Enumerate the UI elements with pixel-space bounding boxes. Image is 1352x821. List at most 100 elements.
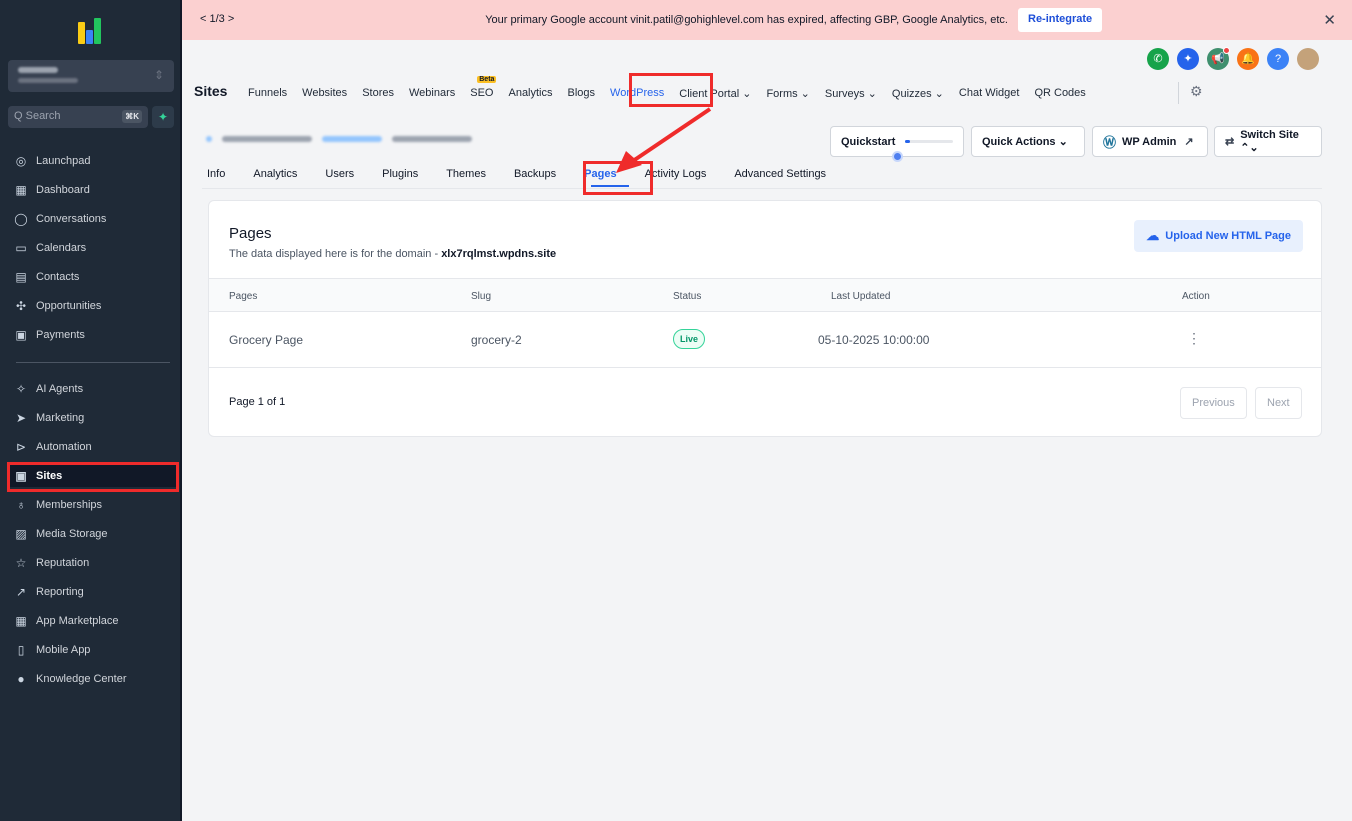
conversations-icon: ◯ [14, 212, 28, 226]
tab-label: Funnels [248, 87, 288, 99]
launchpad-icon: ◎ [15, 154, 27, 168]
sidebar-item-reporting[interactable]: ↗ Reporting [10, 581, 176, 603]
megaphone-icon[interactable]: 📢 [1207, 47, 1230, 70]
sidebar-item-mobile-app[interactable]: ▯ Mobile App [10, 639, 176, 661]
sidebar-item-media-storage[interactable]: ▨ Media Storage [10, 523, 176, 545]
banner-message: Your primary Google account vinit.patil@… [485, 14, 1008, 26]
column-header: Slug [471, 291, 492, 302]
main-content: Sites Funnels Websites Stores Webinars SEO Be… [182, 40, 1352, 821]
pagination-label: Page 1 of 1 [229, 396, 286, 408]
sidebar-item-conversations[interactable]: ◯ Conversations [10, 208, 176, 230]
subtab-advanced-settings[interactable]: Advanced Settings [734, 168, 826, 180]
search-shortcut: ⌘K [122, 110, 142, 123]
sidebar-item-label: Payments [36, 329, 85, 341]
bell-icon[interactable]: 🔔 [1237, 48, 1259, 70]
help-icon[interactable]: ? [1267, 48, 1289, 70]
search-input[interactable]: Q Search ⌘K [8, 106, 148, 128]
ai-sparkle-button[interactable]: ✦ [152, 106, 174, 128]
tab-stores[interactable]: Stores [362, 87, 394, 100]
sidebar-item-automation[interactable]: ⊳ Automation [10, 436, 176, 458]
sidebar-item-dashboard[interactable]: ▦ Dashboard [10, 179, 176, 201]
sidebar-item-launchpad[interactable]: ◎ Launchpad [10, 150, 176, 172]
annotation-highlight-sites [7, 462, 179, 492]
wp-admin-button[interactable]: Ⓦ WP Admin ↗ [1092, 126, 1208, 157]
account-switcher[interactable]: ⇕ [8, 60, 174, 92]
subtab-info[interactable]: Info [207, 168, 225, 180]
subtab-analytics[interactable]: Analytics [253, 168, 297, 180]
sidebar-item-app-marketplace[interactable]: ▦ App Marketplace [10, 610, 176, 632]
chevron-updown-icon: ⇕ [153, 68, 164, 82]
wp-admin-label: WP Admin [1122, 135, 1177, 148]
next-button[interactable]: Next [1255, 387, 1302, 419]
subtab-users[interactable]: Users [325, 168, 354, 180]
subtab-themes[interactable]: Themes [446, 168, 486, 180]
automation-icon: ⊳ [15, 440, 27, 454]
tab-qr-codes[interactable]: QR Codes [1034, 87, 1085, 100]
sidebar-item-label: Media Storage [36, 528, 108, 540]
sidebar-item-label: Launchpad [36, 155, 91, 167]
sidebar-item-label: Reputation [36, 557, 90, 569]
table-row[interactable]: Grocery Page grocery-2 Live 05-10-2025 1… [209, 312, 1321, 368]
tab-funnels[interactable]: Funnels [248, 87, 287, 100]
sidebar-item-ai-agents[interactable]: ✧ AI Agents [10, 378, 176, 400]
tab-blogs[interactable]: Blogs [568, 87, 596, 100]
sidebar-item-knowledge-center[interactable]: ● Knowledge Center [10, 668, 176, 690]
gear-icon[interactable]: ⚙ [1190, 83, 1203, 100]
tab-analytics[interactable]: Analytics [508, 87, 552, 100]
tab-surveys[interactable]: Surveys ⌄ [825, 87, 877, 100]
subtab-backups[interactable]: Backups [514, 168, 556, 180]
sidebar-item-reputation[interactable]: ☆ Reputation [10, 552, 176, 574]
column-header: Last Updated [831, 291, 891, 302]
sidebar-item-payments[interactable]: ▣ Payments [10, 324, 176, 346]
sidebar-item-label: Reporting [36, 586, 84, 598]
quick-actions-button[interactable]: Quick Actions ⌄ [971, 126, 1085, 157]
reintegrate-button[interactable]: Re-integrate [1018, 8, 1103, 32]
knowledge-center-icon: ● [17, 672, 25, 686]
site-info [206, 136, 472, 142]
tab-seo[interactable]: SEO Beta [470, 76, 497, 100]
card-title: Pages [229, 225, 272, 242]
table-header: Pages Slug Status Last Updated Action [209, 278, 1321, 312]
magic-wand-icon[interactable]: ✦ [1177, 48, 1199, 70]
tab-websites[interactable]: Websites [302, 87, 347, 100]
quickstart-label: Quickstart [841, 135, 896, 148]
nav-divider [16, 362, 170, 363]
sidebar: ⇕ Q Search ⌘K ✦ ◎ Launchpad ▦ Dashboard ◯ Con… [0, 0, 182, 821]
previous-button[interactable]: Previous [1180, 387, 1247, 419]
phone-icon[interactable]: ✆ [1147, 48, 1169, 70]
close-icon[interactable]: ✕ [1323, 11, 1336, 29]
switch-site-button[interactable]: ⇄ Switch Site ⌃⌄ [1214, 126, 1322, 157]
tab-label: Blogs [567, 87, 596, 99]
marketing-icon: ➤ [15, 411, 27, 425]
tab-webinars[interactable]: Webinars [409, 87, 455, 100]
sidebar-item-label: Conversations [36, 213, 107, 225]
site-location-blurred [392, 136, 472, 142]
header-actions: ✆ ✦ 📢 🔔 ? [1147, 47, 1319, 70]
sidebar-item-marketing[interactable]: ➤ Marketing [10, 407, 176, 429]
tab-quizzes[interactable]: Quizzes ⌄ [892, 87, 944, 100]
avatar[interactable] [1297, 48, 1319, 70]
tab-chat-widget[interactable]: Chat Widget [959, 87, 1020, 100]
dashboard-icon: ▦ [15, 183, 27, 197]
column-header: Status [673, 291, 702, 302]
kebab-menu-icon[interactable]: ⋮ [1187, 330, 1201, 347]
subtab-activity-logs[interactable]: Activity Logs [645, 168, 707, 180]
subtab-plugins[interactable]: Plugins [382, 168, 418, 180]
sidebar-item-memberships[interactable]: ♁ Memberships [10, 494, 176, 516]
app-logo[interactable] [78, 14, 106, 44]
tab-forms[interactable]: Forms ⌄ [766, 87, 809, 100]
sidebar-item-label: AI Agents [36, 383, 84, 395]
sidebar-item-label: Automation [36, 441, 92, 453]
contacts-icon: ▤ [15, 270, 27, 284]
search-placeholder: Q Search [14, 110, 61, 122]
tab-label: Analytics [508, 87, 553, 99]
sidebar-item-contacts[interactable]: ▤ Contacts [10, 266, 176, 288]
upload-html-page-button[interactable]: ☁ Upload New HTML Page [1134, 220, 1303, 252]
sidebar-item-calendars[interactable]: ▭ Calendars [10, 237, 176, 259]
sidebar-item-label: Marketing [36, 412, 85, 424]
pages-card: Pages The data displayed here is for the… [208, 200, 1322, 437]
sidebar-item-label: Calendars [36, 242, 87, 254]
page-slug: grocery-2 [471, 333, 522, 347]
quickstart-indicator [892, 151, 903, 162]
sidebar-item-opportunities[interactable]: ✣ Opportunities [10, 295, 176, 317]
